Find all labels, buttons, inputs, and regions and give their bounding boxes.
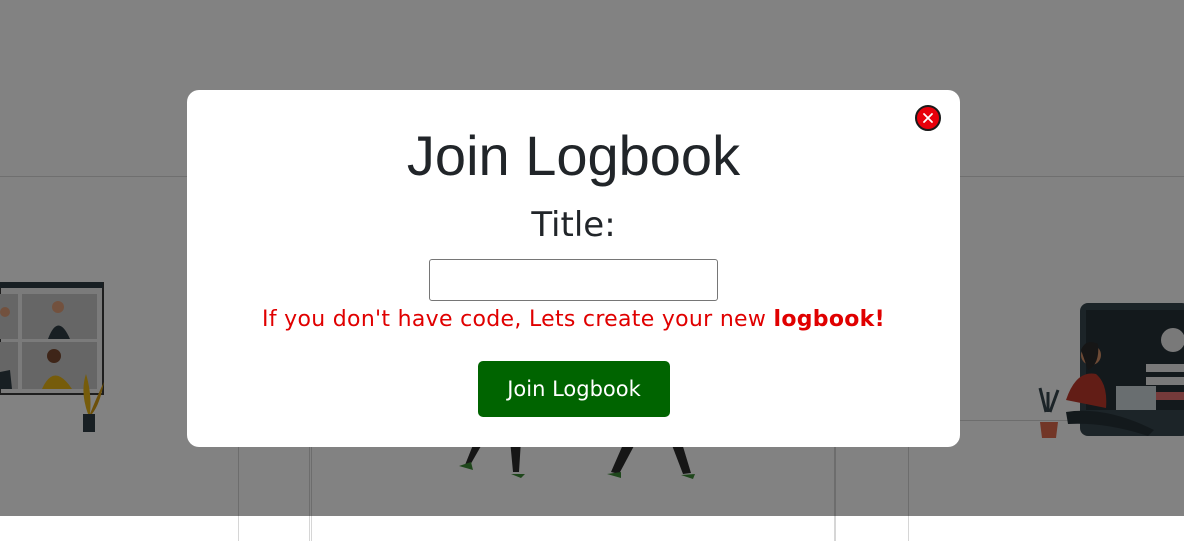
- title-field-label: Title:: [531, 205, 616, 245]
- join-logbook-button[interactable]: Join Logbook: [478, 361, 670, 417]
- close-icon: [923, 113, 933, 123]
- modal-title: Join Logbook: [406, 124, 741, 187]
- create-logbook-link[interactable]: logbook!: [773, 307, 884, 332]
- title-input[interactable]: [429, 259, 718, 301]
- create-logbook-hint: If you don't have code, Lets create your…: [187, 305, 960, 335]
- hint-text: If you don't have code, Lets create your…: [262, 307, 774, 332]
- join-logbook-modal: Join Logbook Title: If you don't have co…: [187, 90, 960, 447]
